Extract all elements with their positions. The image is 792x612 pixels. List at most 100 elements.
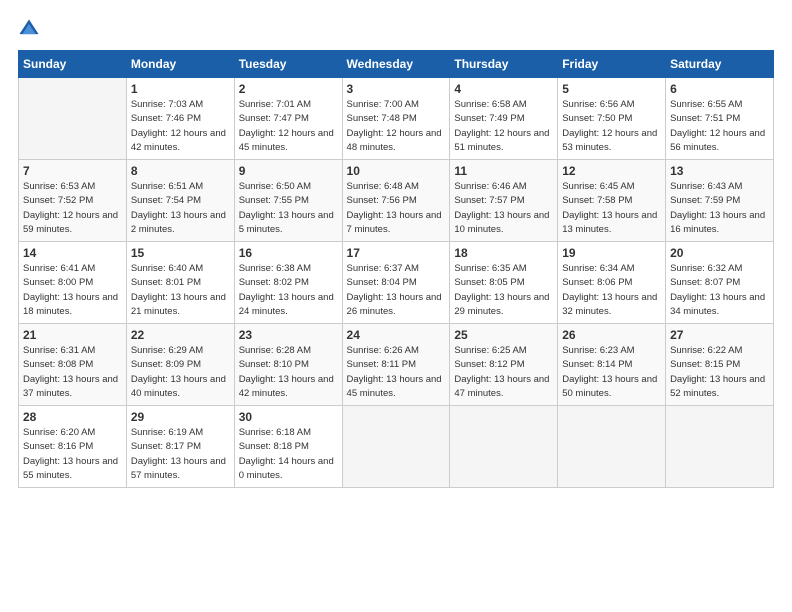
daylight: Daylight: 13 hours and 26 minutes.	[347, 292, 442, 317]
day-number: 27	[670, 328, 769, 342]
day-info: Sunrise: 6:46 AMSunset: 7:57 PMDaylight:…	[454, 180, 553, 237]
day-number: 18	[454, 246, 553, 260]
daylight: Daylight: 13 hours and 7 minutes.	[347, 210, 442, 235]
day-info: Sunrise: 6:28 AMSunset: 8:10 PMDaylight:…	[239, 344, 338, 401]
sunset: Sunset: 8:10 PM	[239, 359, 309, 370]
sunset: Sunset: 8:05 PM	[454, 277, 524, 288]
sunrise: Sunrise: 6:37 AM	[347, 263, 419, 274]
sunrise: Sunrise: 6:29 AM	[131, 345, 203, 356]
day-info: Sunrise: 6:51 AMSunset: 7:54 PMDaylight:…	[131, 180, 230, 237]
sunset: Sunset: 7:57 PM	[454, 195, 524, 206]
calendar-cell: 1Sunrise: 7:03 AMSunset: 7:46 PMDaylight…	[126, 78, 234, 160]
day-number: 25	[454, 328, 553, 342]
day-info: Sunrise: 6:55 AMSunset: 7:51 PMDaylight:…	[670, 98, 769, 155]
day-number: 26	[562, 328, 661, 342]
daylight: Daylight: 12 hours and 56 minutes.	[670, 128, 765, 153]
day-info: Sunrise: 7:01 AMSunset: 7:47 PMDaylight:…	[239, 98, 338, 155]
daylight: Daylight: 13 hours and 2 minutes.	[131, 210, 226, 235]
sunrise: Sunrise: 7:01 AM	[239, 99, 311, 110]
daylight: Daylight: 12 hours and 48 minutes.	[347, 128, 442, 153]
day-info: Sunrise: 6:25 AMSunset: 8:12 PMDaylight:…	[454, 344, 553, 401]
calendar-cell: 10Sunrise: 6:48 AMSunset: 7:56 PMDayligh…	[342, 160, 450, 242]
week-row-4: 28Sunrise: 6:20 AMSunset: 8:16 PMDayligh…	[19, 406, 774, 488]
sunrise: Sunrise: 7:00 AM	[347, 99, 419, 110]
day-number: 2	[239, 82, 338, 96]
day-number: 14	[23, 246, 122, 260]
sunrise: Sunrise: 6:22 AM	[670, 345, 742, 356]
week-row-2: 14 Sunrise: 6:41 AMSunset: 8:00 PMDayligh…	[19, 242, 774, 324]
sunrise: Sunrise: 6:26 AM	[347, 345, 419, 356]
day-number: 20	[670, 246, 769, 260]
sunset: Sunset: 7:59 PM	[670, 195, 740, 206]
sunrise: Sunrise: 6:55 AM	[670, 99, 742, 110]
sunset: Sunset: 7:50 PM	[562, 113, 632, 124]
sunset: Sunset: 8:14 PM	[562, 359, 632, 370]
calendar-cell: 30Sunrise: 6:18 AMSunset: 8:18 PMDayligh…	[234, 406, 342, 488]
sunrise: Sunrise: 6:56 AM	[562, 99, 634, 110]
page: SundayMondayTuesdayWednesdayThursdayFrid…	[0, 0, 792, 498]
header-day-wednesday: Wednesday	[342, 51, 450, 78]
sunrise: Sunrise: 6:19 AM	[131, 427, 203, 438]
day-number: 10	[347, 164, 446, 178]
sunrise: Sunrise: 6:35 AM	[454, 263, 526, 274]
daylight: Daylight: 13 hours and 55 minutes.	[23, 456, 118, 481]
calendar-cell: 17Sunrise: 6:37 AMSunset: 8:04 PMDayligh…	[342, 242, 450, 324]
sunrise: Sunrise: 6:38 AM	[239, 263, 311, 274]
day-number: 30	[239, 410, 338, 424]
day-info: Sunrise: 6:23 AMSunset: 8:14 PMDaylight:…	[562, 344, 661, 401]
day-info: Sunrise: 6:31 AMSunset: 8:08 PMDaylight:…	[23, 344, 122, 401]
day-number: 15	[131, 246, 230, 260]
calendar-cell	[19, 78, 127, 160]
sunset: Sunset: 7:52 PM	[23, 195, 93, 206]
calendar-cell: 27Sunrise: 6:22 AMSunset: 8:15 PMDayligh…	[666, 324, 774, 406]
calendar-cell: 22Sunrise: 6:29 AMSunset: 8:09 PMDayligh…	[126, 324, 234, 406]
calendar-cell: 25 Sunrise: 6:25 AMSunset: 8:12 PMDayligh…	[450, 324, 558, 406]
day-info: Sunrise: 6:34 AMSunset: 8:06 PMDaylight:…	[562, 262, 661, 319]
sunset: Sunset: 7:55 PM	[239, 195, 309, 206]
sunset: Sunset: 8:15 PM	[670, 359, 740, 370]
day-number: 19	[562, 246, 661, 260]
calendar-cell: 11Sunrise: 6:46 AMSunset: 7:57 PMDayligh…	[450, 160, 558, 242]
daylight: Daylight: 13 hours and 40 minutes.	[131, 374, 226, 399]
calendar-cell	[558, 406, 666, 488]
sunrise: Sunrise: 6:46 AM	[454, 181, 526, 192]
calendar-cell: 29Sunrise: 6:19 AMSunset: 8:17 PMDayligh…	[126, 406, 234, 488]
sunset: Sunset: 8:16 PM	[23, 441, 93, 452]
calendar-cell: 23Sunrise: 6:28 AMSunset: 8:10 PMDayligh…	[234, 324, 342, 406]
day-number: 16	[239, 246, 338, 260]
day-number: 29	[131, 410, 230, 424]
day-info: Sunrise: 6:26 AMSunset: 8:11 PMDaylight:…	[347, 344, 446, 401]
calendar-cell: 19 Sunrise: 6:34 AMSunset: 8:06 PMDayligh…	[558, 242, 666, 324]
sunrise: Sunrise: 6:41 AM	[23, 263, 95, 274]
daylight: Daylight: 14 hours and 0 minutes.	[239, 456, 334, 481]
sunset: Sunset: 8:04 PM	[347, 277, 417, 288]
day-number: 13	[670, 164, 769, 178]
calendar-cell: 6Sunrise: 6:55 AMSunset: 7:51 PMDaylight…	[666, 78, 774, 160]
header-day-sunday: Sunday	[19, 51, 127, 78]
calendar-cell: 5Sunrise: 6:56 AMSunset: 7:50 PMDaylight…	[558, 78, 666, 160]
day-info: Sunrise: 6:20 AMSunset: 8:16 PMDaylight:…	[23, 426, 122, 483]
daylight: Daylight: 13 hours and 16 minutes.	[670, 210, 765, 235]
sunrise: Sunrise: 6:31 AM	[23, 345, 95, 356]
header-day-saturday: Saturday	[666, 51, 774, 78]
daylight: Daylight: 13 hours and 47 minutes.	[454, 374, 549, 399]
daylight: Daylight: 13 hours and 34 minutes.	[670, 292, 765, 317]
sunset: Sunset: 8:06 PM	[562, 277, 632, 288]
sunset: Sunset: 7:49 PM	[454, 113, 524, 124]
sunset: Sunset: 7:54 PM	[131, 195, 201, 206]
header-day-thursday: Thursday	[450, 51, 558, 78]
day-number: 24	[347, 328, 446, 342]
daylight: Daylight: 13 hours and 29 minutes.	[454, 292, 549, 317]
day-number: 22	[131, 328, 230, 342]
day-info: Sunrise: 6:41 AMSunset: 8:00 PMDaylight:…	[23, 262, 122, 319]
daylight: Daylight: 12 hours and 59 minutes.	[23, 210, 118, 235]
daylight: Daylight: 13 hours and 42 minutes.	[239, 374, 334, 399]
daylight: Daylight: 12 hours and 51 minutes.	[454, 128, 549, 153]
sunset: Sunset: 7:47 PM	[239, 113, 309, 124]
header-day-friday: Friday	[558, 51, 666, 78]
calendar-cell: 3Sunrise: 7:00 AMSunset: 7:48 PMDaylight…	[342, 78, 450, 160]
sunset: Sunset: 8:02 PM	[239, 277, 309, 288]
sunrise: Sunrise: 6:43 AM	[670, 181, 742, 192]
day-number: 11	[454, 164, 553, 178]
daylight: Daylight: 13 hours and 57 minutes.	[131, 456, 226, 481]
